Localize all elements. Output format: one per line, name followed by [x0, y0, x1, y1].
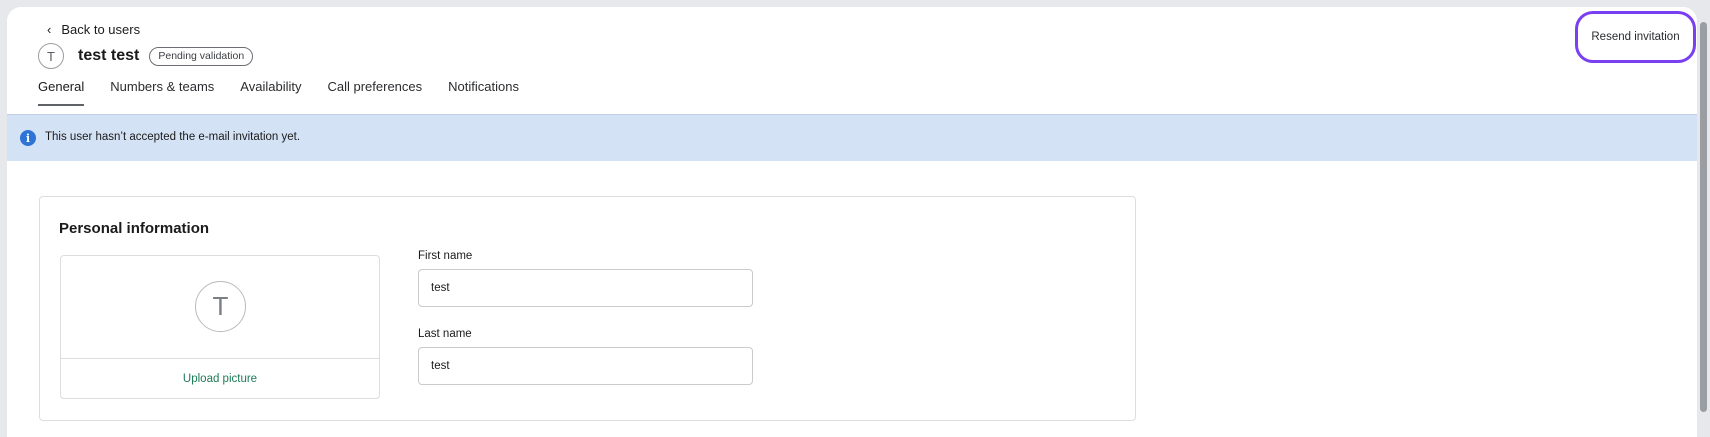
resend-invitation-button[interactable]: Resend invitation [1575, 11, 1696, 63]
first-name-field[interactable] [418, 269, 753, 307]
user-detail-panel: ‹ Back to users T test test Pending vali… [7, 7, 1697, 437]
status-badge: Pending validation [149, 46, 254, 66]
banner-message: This user hasn’t accepted the e-mail inv… [45, 131, 301, 143]
avatar-large: T [195, 281, 246, 332]
upload-picture-button[interactable]: Upload picture [61, 359, 379, 399]
tab-general[interactable]: General [38, 79, 85, 106]
scrollbar-thumb[interactable] [1700, 22, 1707, 412]
last-name-label: Last name [418, 328, 472, 340]
page-scrollbar[interactable] [1697, 0, 1710, 427]
personal-information-card: Personal information T Upload picture Fi… [39, 196, 1136, 421]
last-name-field[interactable] [418, 347, 753, 385]
tab-bar: General Numbers & teams Availability Cal… [38, 79, 519, 106]
section-title: Personal information [59, 220, 210, 237]
tab-numbers-teams[interactable]: Numbers & teams [110, 79, 214, 106]
back-to-users-link[interactable]: ‹ Back to users [47, 22, 140, 37]
chevron-left-icon: ‹ [47, 22, 52, 37]
tab-call-preferences[interactable]: Call preferences [327, 79, 422, 106]
invitation-banner: i This user hasn’t accepted the e-mail i… [7, 114, 1697, 161]
tab-notifications[interactable]: Notifications [448, 79, 519, 106]
profile-picture-box: T Upload picture [60, 255, 380, 399]
user-header: T test test Pending validation [38, 43, 254, 69]
avatar-preview: T [61, 256, 379, 359]
first-name-label: First name [418, 250, 473, 262]
info-icon: i [20, 130, 36, 146]
tab-availability[interactable]: Availability [240, 79, 301, 106]
page-title: test test [78, 47, 140, 64]
avatar: T [38, 43, 64, 69]
back-link-label: Back to users [61, 22, 141, 37]
